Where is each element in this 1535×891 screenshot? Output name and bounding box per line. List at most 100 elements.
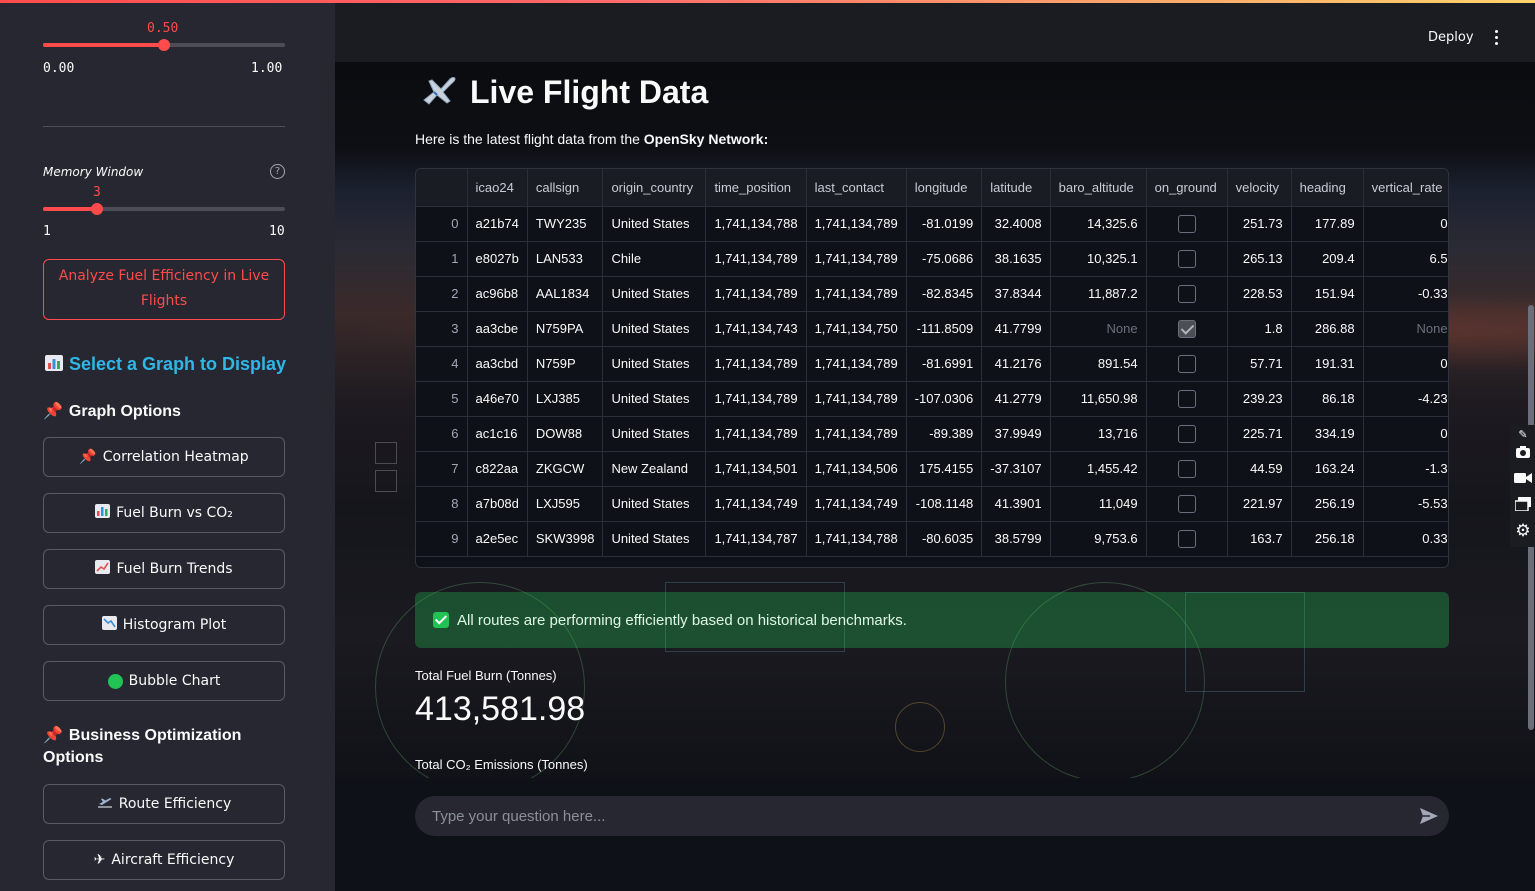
table-cell: 0 [1363, 206, 1448, 242]
fuel-burn-trends-button[interactable]: Fuel Burn Trends [43, 549, 285, 589]
memory-window-thumb[interactable] [91, 203, 103, 215]
table-cell: 1,741,134,501 [705, 451, 807, 487]
green-circle-icon [107, 673, 123, 689]
route-efficiency-button[interactable]: Route Efficiency [43, 784, 285, 824]
button-label: Correlation Heatmap [102, 449, 249, 465]
chart-increasing-icon [95, 560, 111, 578]
fuel-burn-vs-co2-button[interactable]: Fuel Burn vs CO₂ [43, 493, 285, 533]
gear-icon[interactable]: ⚙ [1514, 523, 1532, 540]
column-header[interactable]: velocity [1227, 169, 1292, 207]
chat-input[interactable] [415, 796, 1449, 836]
table-cell: 2 [416, 276, 468, 312]
on-ground-checkbox[interactable] [1177, 319, 1196, 338]
column-header[interactable]: last_contact [806, 169, 907, 207]
window-icon[interactable] [1514, 497, 1532, 513]
help-icon[interactable]: ? [270, 164, 285, 179]
table-cell: 177.89 [1291, 206, 1364, 242]
table-cell: 1,741,134,789 [705, 346, 807, 382]
table-cell [1146, 311, 1228, 347]
column-header[interactable]: time_position [705, 169, 807, 207]
on-ground-checkbox[interactable] [1177, 459, 1196, 478]
graph-options-heading-text: Graph Options [68, 403, 181, 420]
table-row[interactable]: 0 a21b74 TWY235 United States 1,741,134,788 1… [416, 206, 1448, 242]
table-cell: 1,741,134,788 [705, 206, 807, 242]
table-cell: 37.9949 [981, 416, 1051, 452]
table-cell: 209.4 [1291, 241, 1364, 277]
send-icon[interactable] [1419, 806, 1439, 826]
table-row[interactable]: 5 a46e70 LXJ385 United States 1,741,134,789 1… [416, 381, 1448, 417]
table-cell: 37.8344 [981, 276, 1051, 312]
on-ground-checkbox[interactable] [1177, 494, 1196, 513]
table-cell: 0.33 [1363, 521, 1448, 557]
column-header[interactable]: icao24 [467, 169, 528, 207]
table-cell: N759P [527, 346, 604, 382]
table-cell: -81.0199 [906, 206, 983, 242]
table-cell: 1,741,134,749 [705, 486, 807, 522]
table-cell: 41.2176 [981, 346, 1051, 382]
table-cell: 286.88 [1291, 311, 1364, 347]
table-cell [1146, 206, 1228, 242]
table-cell: 175.4155 [906, 451, 983, 487]
table-row[interactable]: 4 aa3cbd N759P United States 1,741,134,789 1,… [416, 346, 1448, 382]
button-label: Bubble Chart [128, 673, 221, 689]
table-cell: 14,325.6 [1050, 206, 1147, 242]
table-cell: 9 [416, 521, 468, 557]
table-row[interactable]: 7 c822aa ZKGCW New Zealand 1,741,134,501 1,74… [416, 451, 1448, 487]
table-cell: 1,741,134,789 [705, 276, 807, 312]
table-row[interactable]: 3 aa3cbe N759PA United States 1,741,134,743 1… [416, 311, 1448, 347]
threshold-slider-thumb[interactable] [158, 39, 170, 51]
pen-icon[interactable]: ✎ [1514, 427, 1532, 443]
on-ground-checkbox[interactable] [1177, 354, 1196, 373]
table-cell: 44.59 [1227, 451, 1292, 487]
table-cell: SKW3998 [527, 521, 604, 557]
histogram-plot-button[interactable]: Histogram Plot [43, 605, 285, 645]
table-row[interactable]: 9 a2e5ec SKW3998 United States 1,741,134,787… [416, 521, 1448, 557]
table-cell: 1,741,134,789 [705, 241, 807, 277]
side-toolbar: ✎ ⚙ [1510, 425, 1535, 547]
on-ground-checkbox[interactable] [1177, 284, 1196, 303]
table-row[interactable]: 8 a7b08d LXJ595 United States 1,741,134,749 1… [416, 486, 1448, 522]
flight-data-table[interactable]: icao24 callsign origin_country time_positio… [415, 168, 1449, 568]
column-header[interactable]: origin_country [602, 169, 707, 207]
intro-prefix: Here is the latest flight data from the [415, 131, 644, 147]
table-cell: United States [602, 381, 707, 417]
table-cell: LXJ595 [527, 486, 604, 522]
video-icon[interactable] [1514, 471, 1532, 487]
table-cell: -108.1148 [906, 486, 983, 522]
table-cell: 1,741,134,788 [806, 521, 907, 557]
aircraft-efficiency-button[interactable]: ✈ Aircraft Efficiency [43, 840, 285, 880]
analyze-fuel-efficiency-button[interactable]: Analyze Fuel Efficiency in Live Flights [43, 259, 285, 320]
table-row[interactable]: 1 e8027b LAN533 Chile 1,741,134,789 1,741,134… [416, 241, 1448, 277]
table-row[interactable]: 2 ac96b8 AAL1834 United States 1,741,134,789… [416, 276, 1448, 312]
column-header[interactable]: callsign [527, 169, 604, 207]
camera-icon[interactable] [1514, 445, 1532, 461]
table-cell: United States [602, 521, 707, 557]
on-ground-checkbox[interactable] [1177, 214, 1196, 233]
table-row[interactable]: 6 ac1c16 DOW88 United States 1,741,134,789 1,… [416, 416, 1448, 452]
column-header[interactable]: heading [1291, 169, 1364, 207]
column-header[interactable]: vertical_rate [1363, 169, 1448, 207]
table-cell: 3 [416, 311, 468, 347]
correlation-heatmap-button[interactable]: 📌 Correlation Heatmap [43, 437, 285, 477]
column-header[interactable]: latitude [981, 169, 1051, 207]
on-ground-checkbox[interactable] [1177, 529, 1196, 548]
deploy-button[interactable]: Deploy [1428, 30, 1474, 45]
on-ground-checkbox[interactable] [1177, 249, 1196, 268]
table-cell: e8027b [467, 241, 528, 277]
column-header[interactable]: longitude [906, 169, 983, 207]
column-header[interactable]: baro_altitude [1050, 169, 1147, 207]
cockpit-switch [375, 470, 397, 492]
business-options-heading-text: Business Optimization Options [43, 727, 242, 766]
intro-source: OpenSky Network: [643, 131, 769, 147]
memory-window-min: 1 [43, 224, 51, 239]
table-cell: TWY235 [527, 206, 604, 242]
column-header[interactable] [416, 169, 468, 207]
on-ground-checkbox[interactable] [1177, 424, 1196, 443]
column-header[interactable]: on_ground [1146, 169, 1228, 207]
table-cell: -111.8509 [906, 311, 983, 347]
bubble-chart-button[interactable]: Bubble Chart [43, 661, 285, 701]
metric-fuel-burn-label: Total Fuel Burn (Tonnes) [415, 668, 557, 683]
table-cell: -1.3 [1363, 451, 1448, 487]
on-ground-checkbox[interactable] [1177, 389, 1196, 408]
main-menu-icon[interactable] [1494, 30, 1500, 46]
